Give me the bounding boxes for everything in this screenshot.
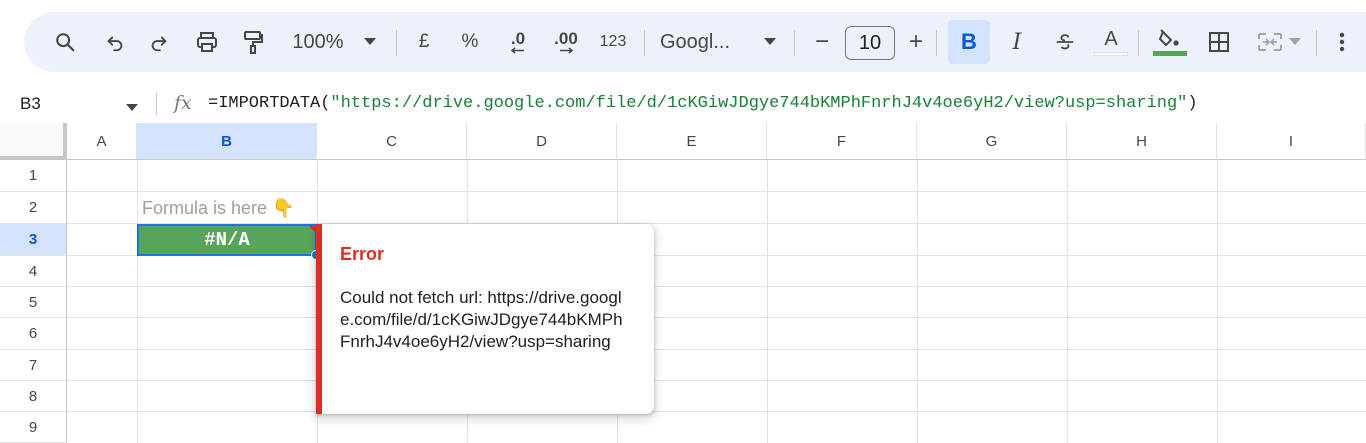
formula-input[interactable]: =IMPORTDATA("https://drive.google.com/fi…: [208, 94, 1198, 113]
row-header-7[interactable]: 7: [0, 350, 67, 381]
number-format-button[interactable]: 123: [596, 26, 630, 58]
fill-color-icon[interactable]: [1152, 26, 1188, 58]
error-popup: Error Could not fetch url: https://drive…: [316, 224, 654, 414]
toolbar-separator: [1316, 30, 1317, 56]
formula-bar-separator: [156, 93, 157, 115]
arrow-left-icon: [511, 47, 524, 54]
grid-line: [67, 411, 1366, 412]
zoom-value: 100%: [292, 30, 344, 53]
select-all-corner[interactable]: [0, 123, 67, 160]
error-title: Error: [340, 244, 385, 264]
row-header-4[interactable]: 4: [0, 256, 67, 287]
increase-font-size-button[interactable]: +: [904, 26, 928, 58]
grid-line: [1217, 160, 1218, 443]
row-header-2[interactable]: 2: [0, 192, 67, 224]
cell-b3[interactable]: #N/A: [137, 224, 317, 256]
strikethrough-icon[interactable]: [1050, 26, 1080, 58]
grid-line: [67, 286, 1366, 287]
fill-color-swatch: [1153, 50, 1187, 56]
column-header-h[interactable]: H: [1067, 123, 1217, 160]
fx-icon: fx: [174, 92, 192, 114]
column-header-g[interactable]: G: [917, 123, 1067, 160]
grid-line: [137, 160, 138, 443]
bold-button[interactable]: B: [948, 20, 990, 64]
row-header-8[interactable]: 8: [0, 381, 67, 412]
toolbar-separator: [936, 30, 937, 56]
decrease-decimal-button[interactable]: .0: [502, 26, 534, 58]
grid-line: [67, 317, 1366, 318]
print-icon[interactable]: [192, 26, 222, 58]
grid-line: [67, 191, 1366, 192]
column-header-a[interactable]: A: [67, 123, 137, 160]
text-color-button[interactable]: A: [1094, 26, 1128, 58]
column-header-f[interactable]: F: [767, 123, 917, 160]
grid-line: [67, 349, 1366, 350]
row-header-3[interactable]: 3: [0, 224, 67, 256]
decrease-font-size-button[interactable]: −: [810, 26, 834, 58]
toolbar-area: 100% £ % .0 .00 123 Googl... − 10 + B I …: [0, 0, 1366, 84]
sheet-grid[interactable]: A B C D E F G H I 1 2 3 4 5 6 7 8 9 Form…: [0, 123, 1366, 443]
toolbar-separator: [794, 30, 795, 56]
name-box[interactable]: B3: [20, 94, 41, 114]
redo-icon[interactable]: [144, 26, 174, 58]
grid-line: [1067, 160, 1068, 443]
currency-button[interactable]: £: [412, 26, 436, 58]
column-header-b[interactable]: B: [137, 123, 317, 160]
formula-bar: B3 fx =IMPORTDATA("https://drive.google.…: [0, 86, 1366, 122]
borders-icon[interactable]: [1204, 26, 1234, 58]
undo-icon[interactable]: [100, 26, 130, 58]
font-size-input[interactable]: 10: [845, 26, 895, 60]
font-value: Googl...: [660, 30, 731, 53]
toolbar-separator: [644, 30, 645, 56]
cell-b2[interactable]: Formula is here 👇: [142, 198, 294, 219]
search-icon[interactable]: [50, 26, 80, 58]
toolbar: 100% £ % .0 .00 123 Googl... − 10 + B I …: [24, 12, 1366, 72]
percent-button[interactable]: %: [456, 26, 484, 58]
chevron-down-icon[interactable]: [360, 26, 380, 58]
arrow-right-icon: [560, 47, 573, 54]
column-header-i[interactable]: I: [1217, 123, 1366, 160]
error-message: Could not fetch url: https://drive.googl…: [340, 288, 623, 351]
column-header-d[interactable]: D: [467, 123, 617, 160]
chevron-down-icon[interactable]: [760, 26, 780, 58]
grid-line: [767, 160, 768, 443]
increase-decimal-button[interactable]: .00: [548, 26, 584, 58]
toolbar-separator: [396, 30, 397, 56]
more-icon[interactable]: [1330, 26, 1354, 58]
italic-button[interactable]: I: [1002, 26, 1032, 58]
font-select[interactable]: Googl...: [660, 26, 750, 58]
row-header-6[interactable]: 6: [0, 318, 67, 350]
merge-cells-icon[interactable]: [1252, 26, 1306, 58]
chevron-down-icon[interactable]: [126, 99, 138, 117]
column-header-e[interactable]: E: [617, 123, 767, 160]
text-color-swatch: [1094, 51, 1128, 56]
grid-line: [917, 160, 918, 443]
row-header-5[interactable]: 5: [0, 287, 67, 318]
zoom-select[interactable]: 100%: [288, 26, 348, 58]
paint-format-icon[interactable]: [238, 26, 268, 58]
grid-line: [67, 380, 1366, 381]
row-header-9[interactable]: 9: [0, 412, 67, 443]
column-header-c[interactable]: C: [317, 123, 467, 160]
toolbar-separator: [1138, 30, 1139, 56]
row-header-1[interactable]: 1: [0, 160, 67, 192]
